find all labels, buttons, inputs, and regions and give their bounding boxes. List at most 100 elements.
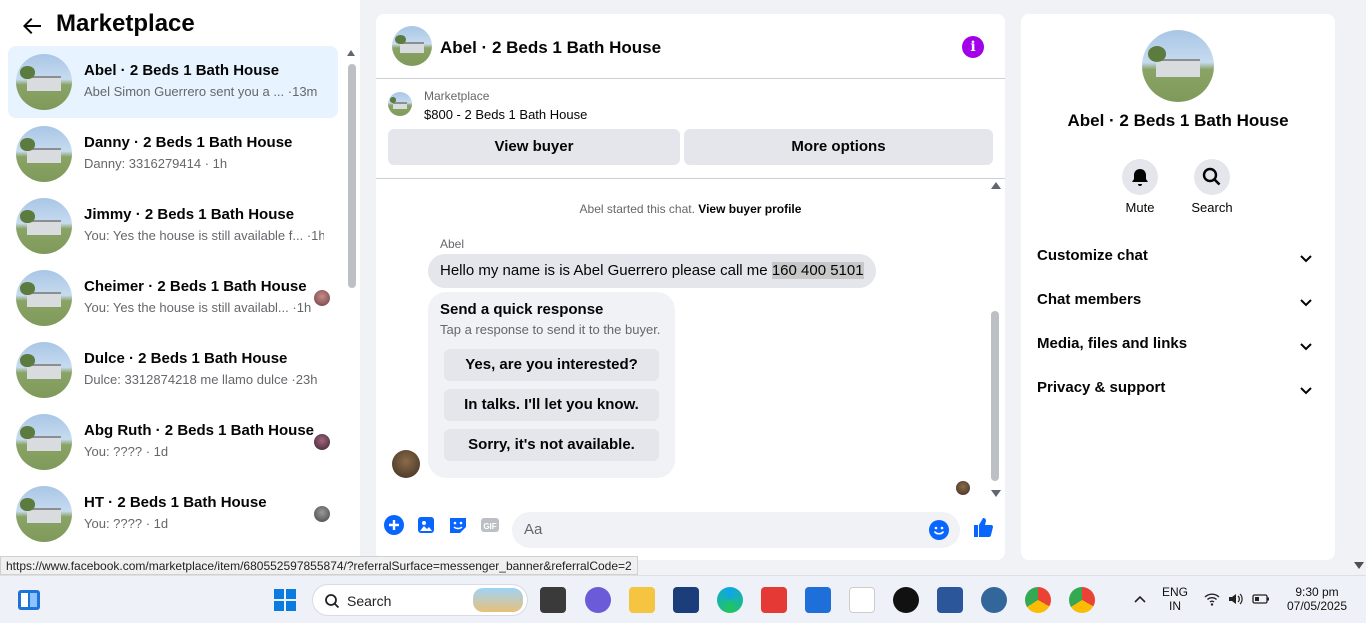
conversation-title: Abel · 2 Beds 1 Bath House: [84, 62, 280, 79]
plus-icon[interactable]: [383, 514, 405, 536]
dev-home-icon[interactable]: [673, 587, 699, 613]
more-options-button[interactable]: More options: [684, 129, 993, 165]
seen-avatar: [314, 290, 330, 306]
gif-icon[interactable]: GIF: [479, 514, 501, 536]
language-line1: ENG: [1161, 585, 1188, 599]
word-icon[interactable]: [937, 587, 963, 613]
language-indicator[interactable]: ENG IN: [1160, 585, 1190, 613]
message-input[interactable]: Aa: [512, 512, 960, 548]
listing-avatar[interactable]: [1142, 30, 1214, 102]
windows-taskbar: Search ENG IN 9:30 pm 07/05/2025: [0, 575, 1366, 623]
listing-avatar: [16, 126, 72, 182]
seen-avatar: [314, 506, 330, 522]
taskbar-search-box[interactable]: Search: [312, 584, 528, 616]
message-bubble: Hello my name is is Abel Guerrero please…: [428, 254, 876, 288]
start-note-text: Abel started this chat.: [579, 202, 695, 216]
sticker-icon[interactable]: [447, 514, 469, 536]
teams-chat-icon[interactable]: [585, 587, 611, 613]
file-explorer-icon[interactable]: [629, 587, 655, 613]
photo-icon[interactable]: [415, 514, 437, 536]
search-icon: [325, 594, 340, 609]
listing-avatar: [16, 414, 72, 470]
anydesk-icon[interactable]: [761, 587, 787, 613]
chrome-profile-icon[interactable]: [1069, 587, 1095, 613]
quick-reply-interested-button[interactable]: Yes, are you interested?: [444, 349, 659, 381]
quick-reply-in-talks-button[interactable]: In talks. I'll let you know.: [444, 389, 659, 421]
chevron-down-icon: [1300, 343, 1312, 351]
search-highlight-image: [473, 588, 523, 612]
chat-info-panel: Abel · 2 Beds 1 Bath House Mute Search C…: [1021, 14, 1335, 560]
conversation-item[interactable]: Dulce · 2 Beds 1 Bath House Dulce: 33128…: [8, 334, 338, 406]
listing-price-title[interactable]: $800 - 2 Beds 1 Bath House: [424, 107, 587, 122]
listing-source: Marketplace: [424, 89, 490, 103]
seen-avatar: [314, 434, 330, 450]
snipping-tool-icon[interactable]: [849, 587, 875, 613]
clock[interactable]: 9:30 pm 07/05/2025: [1280, 585, 1354, 613]
chrome-icon[interactable]: [1025, 587, 1051, 613]
conversation-title: Jimmy · 2 Beds 1 Bath House: [84, 206, 295, 223]
message-input-placeholder: Aa: [524, 521, 543, 538]
widgets-icon[interactable]: [16, 587, 42, 613]
conversation-item[interactable]: Danny · 2 Beds 1 Bath House Danny: 33162…: [8, 118, 338, 190]
chat-title[interactable]: Abel · 2 Beds 1 Bath House: [440, 38, 661, 58]
conversation-sidebar: Marketplace Abel · 2 Beds 1 Bath House A…: [0, 0, 360, 560]
view-buyer-button[interactable]: View buyer: [388, 129, 680, 165]
tiktok-icon[interactable]: [893, 587, 919, 613]
conversation-preview: You: Yes the house is still availabl... …: [84, 300, 312, 315]
privacy-support-row[interactable]: Privacy & support: [1037, 379, 1319, 403]
quick-response-title: Send a quick response: [440, 301, 604, 318]
chat-avatar[interactable]: [392, 26, 432, 66]
conversation-title: Dulce · 2 Beds 1 Bath House: [84, 350, 288, 367]
postgresql-icon[interactable]: [981, 587, 1007, 613]
quick-reply-not-available-button[interactable]: Sorry, it's not available.: [444, 429, 659, 461]
scroll-up-icon[interactable]: [347, 50, 355, 56]
chevron-up-icon[interactable]: [1134, 594, 1146, 604]
chevron-down-icon: [1300, 255, 1312, 263]
battery-icon[interactable]: [1252, 593, 1270, 605]
mute-label: Mute: [1125, 200, 1155, 215]
wifi-icon[interactable]: [1204, 592, 1220, 606]
listing-avatar: [16, 198, 72, 254]
conversation-item[interactable]: Jimmy · 2 Beds 1 Bath House You: Yes the…: [8, 190, 338, 262]
scrollbar-thumb[interactable]: [991, 311, 999, 481]
search-icon: [1202, 167, 1221, 186]
customize-chat-row[interactable]: Customize chat: [1037, 247, 1319, 271]
scrollbar-thumb[interactable]: [348, 64, 356, 288]
scroll-up-icon[interactable]: [991, 182, 1001, 189]
page-scroll-down-icon[interactable]: [1354, 562, 1364, 570]
start-windows-icon[interactable]: [272, 587, 298, 613]
task-view-icon[interactable]: [540, 587, 566, 613]
chat-header: Abel · 2 Beds 1 Bath House i: [376, 14, 1005, 79]
info-icon[interactable]: i: [962, 36, 984, 58]
conversation-title: Abg Ruth · 2 Beds 1 Bath House: [84, 422, 315, 439]
quick-response-card: Send a quick response Tap a response to …: [428, 292, 675, 478]
mute-button[interactable]: [1122, 159, 1158, 195]
listing-thumbnail[interactable]: [388, 92, 412, 116]
media-files-links-row[interactable]: Media, files and links: [1037, 335, 1319, 359]
sidebar-scrollbar[interactable]: [346, 48, 356, 558]
conversation-item[interactable]: Cheimer · 2 Beds 1 Bath House You: Yes t…: [8, 262, 338, 334]
conversation-item[interactable]: Abel · 2 Beds 1 Bath House Abel Simon Gu…: [8, 46, 338, 118]
listing-avatar: [16, 342, 72, 398]
clock-time: 9:30 pm: [1295, 585, 1339, 599]
back-arrow-icon[interactable]: [20, 14, 44, 38]
chat-members-row[interactable]: Chat members: [1037, 291, 1319, 315]
search-button[interactable]: [1194, 159, 1230, 195]
search-label: Search: [1191, 200, 1233, 215]
message-scrollbar[interactable]: [988, 180, 1002, 500]
conversation-item[interactable]: HT · 2 Beds 1 Bath House You: ???? · 1d: [8, 478, 338, 550]
read-receipt-avatar: [956, 481, 970, 495]
scroll-down-icon[interactable]: [991, 490, 1001, 497]
message-list: Abel started this chat. View buyer profi…: [376, 180, 1005, 500]
edge-browser-icon[interactable]: [717, 587, 743, 613]
emoji-icon[interactable]: [928, 519, 950, 541]
microsoft-store-icon[interactable]: [805, 587, 831, 613]
conversation-title: Cheimer · 2 Beds 1 Bath House: [84, 278, 307, 295]
conversation-item[interactable]: Abg Ruth · 2 Beds 1 Bath House You: ????…: [8, 406, 338, 478]
view-buyer-profile-link[interactable]: View buyer profile: [698, 202, 801, 216]
listing-avatar: [16, 270, 72, 326]
volume-icon[interactable]: [1228, 592, 1244, 606]
thumbs-up-icon[interactable]: [972, 515, 994, 539]
listing-avatar: [16, 54, 72, 110]
sender-avatar[interactable]: [392, 450, 420, 478]
